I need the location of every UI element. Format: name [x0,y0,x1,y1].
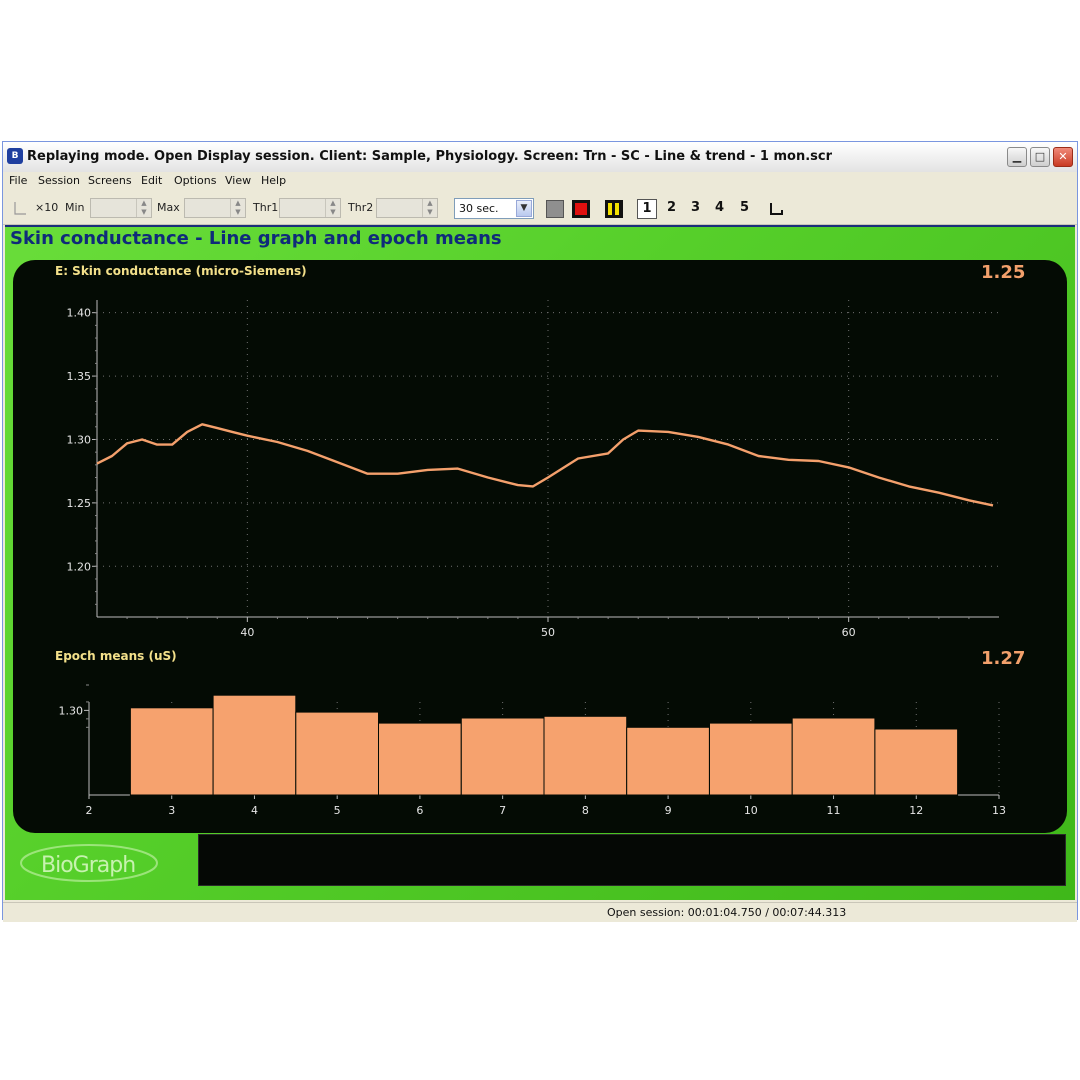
epoch-mean-bar [378,722,462,796]
bar-y-tick-label: 1.30 [59,704,84,717]
thr2-label: Thr2 [348,201,374,214]
pause-button[interactable] [605,200,623,218]
menu-session[interactable]: Session [38,174,80,187]
menu-bar: File Session Screens Edit Options View H… [3,172,1077,192]
maximize-button[interactable]: □ [1030,147,1050,167]
message-bar [198,834,1066,886]
stop-icon [575,203,587,215]
chart-panel: E: Skin conductance (micro-Siemens) 1.25… [13,260,1067,833]
epoch-mean-bar [626,726,710,796]
y-tick-label: 1.30 [67,433,92,446]
epoch-mean-bar [543,715,628,796]
max-label: Max [157,201,180,214]
max-field[interactable]: ▲ ▼ [184,198,246,218]
skin-conductance-trace [96,423,994,507]
thr1-field[interactable]: ▲ ▼ [279,198,341,218]
status-bar: Open session: 00:01:04.750 / 00:07:44.31… [3,902,1077,922]
timebase-value: 30 sec. [459,202,499,215]
min-field[interactable]: ▲ ▼ [90,198,152,218]
screen-button-1[interactable]: 1 [637,199,657,219]
status-text: Open session: 00:01:04.750 / 00:07:44.31… [607,906,847,919]
bar-x-tick-label: 5 [334,804,341,817]
thr2-spinner[interactable]: ▲ ▼ [422,199,437,217]
application-window: B Replaying mode. Open Display session. … [2,141,1078,922]
toolbar: ×10 Min ▲ ▼ Max ▲ ▼ Thr1 ▲ ▼ Thr2 ▲ ▼ 30 sec… [3,192,1077,225]
screen-button-5[interactable]: 5 [740,200,749,215]
bar-x-tick-label: 10 [744,804,758,817]
bar-x-tick-label: 3 [168,804,175,817]
menu-view[interactable]: View [225,174,251,187]
x-tick-label: 60 [842,626,856,639]
bar-x-tick-label: 4 [251,804,258,817]
bar-x-tick-label: 7 [499,804,506,817]
line-chart-label: E: Skin conductance (micro-Siemens) [55,264,307,278]
window-title: Replaying mode. Open Display session. Cl… [27,149,833,164]
thr1-spinner[interactable]: ▲ ▼ [325,199,340,217]
grey-square-button[interactable] [546,200,564,218]
y-tick-label: 1.35 [67,370,92,383]
epoch-mean-bar [460,717,545,796]
skin-conductance-line-chart[interactable]: 1.20 1.25 1.30 1.35 1.40 40 50 60 [13,290,1067,650]
epoch-mean-bar [212,694,297,796]
pause-icon [608,203,612,215]
bar-x-tick-label: 6 [416,804,423,817]
x-tick-label: 50 [541,626,555,639]
axis-scale-icon[interactable] [13,200,27,216]
thr2-field[interactable]: ▲ ▼ [376,198,438,218]
menu-help[interactable]: Help [261,174,286,187]
bar-x-tick-label: 8 [582,804,589,817]
step-mode-icon[interactable] [768,201,784,217]
epoch-mean-bar [129,707,214,796]
max-spinner[interactable]: ▲ ▼ [230,199,245,217]
bar-x-tick-label: 12 [909,804,923,817]
chevron-down-icon[interactable]: ▼ [516,200,532,217]
pause-icon-bar [615,203,619,215]
bar-x-tick-label: 9 [665,804,672,817]
screen-button-4[interactable]: 4 [715,200,724,215]
scale-label[interactable]: ×10 [35,201,58,214]
epoch-mean-bar [874,728,959,796]
y-tick-label: 1.25 [67,497,92,510]
display-screen: Skin conductance - Line graph and epoch … [5,225,1075,900]
bar-chart-label: Epoch means (uS) [55,649,177,663]
menu-options[interactable]: Options [174,174,216,187]
bar-x-tick-label: 13 [992,804,1006,817]
title-bar[interactable]: B Replaying mode. Open Display session. … [3,142,1077,173]
screen-button-2[interactable]: 2 [667,200,676,215]
min-label: Min [65,201,85,214]
epoch-mean-bar [791,717,876,796]
epoch-means-bar-chart[interactable]: 1.30 2 3 4 5 6 7 8 9 10 11 12 13 [13,680,1067,825]
biograph-app-icon[interactable]: B [7,148,23,164]
y-tick-label: 1.20 [67,560,92,573]
biograph-logo: BioGraph [17,837,167,892]
min-spinner[interactable]: ▲ ▼ [136,199,151,217]
thr1-label: Thr1 [253,201,279,214]
epoch-mean-bar [709,722,793,796]
menu-edit[interactable]: Edit [141,174,162,187]
menu-screens[interactable]: Screens [88,174,132,187]
epoch-mean-bar [295,711,379,796]
screen-title: Skin conductance - Line graph and epoch … [10,228,502,249]
minimize-button[interactable]: ▁ [1007,147,1027,167]
y-tick-label: 1.40 [67,307,92,320]
bar-x-tick-label: 11 [827,804,841,817]
timebase-select[interactable]: 30 sec. ▼ [454,198,534,219]
line-chart-current-value: 1.25 [981,262,1026,283]
screen-button-3[interactable]: 3 [691,200,700,215]
stop-button[interactable] [572,200,590,218]
bar-x-tick-label: 2 [86,804,93,817]
close-button[interactable]: ✕ [1053,147,1073,167]
x-tick-label: 40 [240,626,254,639]
logo-text: BioGraph [41,853,136,878]
menu-file[interactable]: File [9,174,27,187]
bar-chart-current-value: 1.27 [981,648,1026,669]
